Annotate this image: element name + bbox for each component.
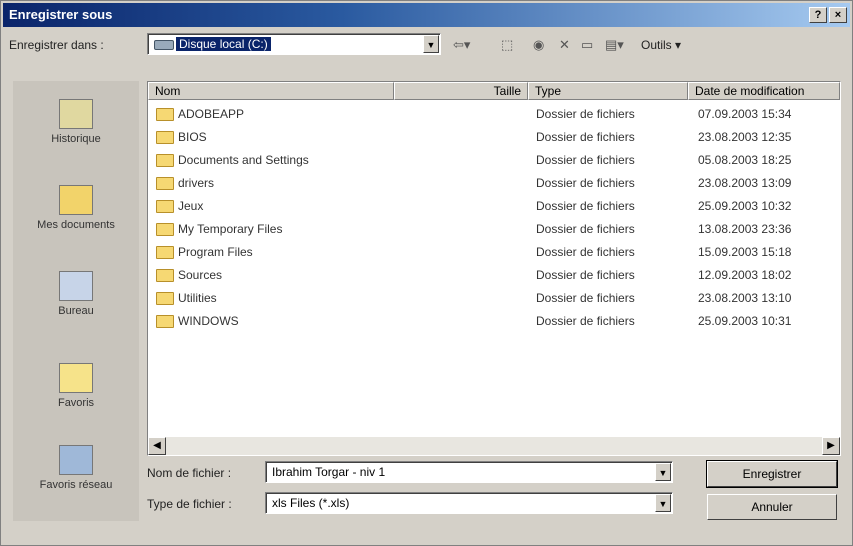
- place-favorites[interactable]: Favoris: [13, 363, 139, 409]
- chevron-down-icon[interactable]: ▼: [655, 494, 671, 512]
- place-network[interactable]: Favoris réseau: [13, 445, 139, 491]
- folder-icon: [156, 315, 174, 328]
- filetype-value: xls Files (*.xls): [272, 496, 350, 510]
- close-button[interactable]: ×: [829, 7, 847, 23]
- folder-icon: [156, 108, 174, 121]
- table-row[interactable]: Utilities Dossier de fichiers 23.08.2003 1…: [148, 288, 840, 311]
- my-documents-icon: [59, 185, 93, 215]
- place-label: Favoris: [57, 397, 95, 409]
- tools-menu[interactable]: Outils ▾: [641, 38, 681, 58]
- folder-icon: [156, 223, 174, 236]
- save-in-label: Enregistrer dans :: [9, 38, 104, 52]
- scroll-left-icon[interactable]: ◀: [148, 437, 166, 455]
- cancel-button[interactable]: Annuler: [707, 494, 837, 520]
- chevron-down-icon[interactable]: ▼: [423, 35, 439, 53]
- filename-input[interactable]: Ibrahim Torgar - niv 1 ▼: [265, 461, 673, 483]
- new-folder-icon[interactable]: ▭: [581, 37, 593, 57]
- column-header-type[interactable]: Type: [528, 82, 688, 100]
- delete-icon[interactable]: ✕: [559, 37, 570, 57]
- favorites-icon: [59, 363, 93, 393]
- table-row[interactable]: drivers Dossier de fichiers 23.08.2003 13:…: [148, 173, 840, 196]
- table-row[interactable]: Sources Dossier de fichiers 12.09.2003 18:…: [148, 265, 840, 288]
- title-bar: Enregistrer sous ? ×: [3, 3, 850, 27]
- help-button[interactable]: ?: [809, 7, 827, 23]
- table-row[interactable]: ADOBEAPP Dossier de fichiers 07.09.2003 15…: [148, 104, 840, 127]
- folder-icon: [156, 246, 174, 259]
- table-row[interactable]: BIOS Dossier de fichiers 23.08.2003 12:35: [148, 127, 840, 150]
- folder-icon: [156, 200, 174, 213]
- save-button[interactable]: Enregistrer: [706, 460, 838, 488]
- save-as-dialog: Enregistrer sous ? × Enregistrer dans : …: [0, 0, 853, 546]
- save-in-value: Disque local (C:): [176, 37, 271, 51]
- horizontal-scrollbar[interactable]: ◀ ▶: [148, 437, 840, 455]
- column-header-date[interactable]: Date de modification: [688, 82, 840, 100]
- table-row[interactable]: Documents and Settings Dossier de fichier…: [148, 150, 840, 173]
- drive-icon: [154, 40, 174, 50]
- scroll-right-icon[interactable]: ▶: [822, 437, 840, 455]
- place-label: Historique: [51, 133, 101, 145]
- column-header-size[interactable]: Taille: [394, 82, 528, 100]
- place-my-documents[interactable]: Mes documents: [13, 185, 139, 231]
- filename-label: Nom de fichier :: [147, 466, 232, 480]
- table-row[interactable]: My Temporary Files Dossier de fichiers 13.…: [148, 219, 840, 242]
- folder-icon: [156, 177, 174, 190]
- up-folder-icon[interactable]: ⬚: [501, 37, 513, 57]
- table-row[interactable]: Program Files Dossier de fichiers 15.09.20…: [148, 242, 840, 265]
- back-icon[interactable]: ⇦▾: [453, 37, 470, 57]
- file-list[interactable]: Nom Taille Type Date de modification ADO…: [147, 81, 841, 456]
- place-label: Bureau: [58, 305, 94, 317]
- folder-icon: [156, 131, 174, 144]
- table-row[interactable]: WINDOWS Dossier de fichiers 25.09.2003 10:…: [148, 311, 840, 334]
- save-in-dropdown[interactable]: Disque local (C:) ▼: [147, 33, 441, 55]
- place-desktop[interactable]: Bureau: [13, 271, 139, 317]
- history-icon: [59, 99, 93, 129]
- place-label: Favoris réseau: [39, 479, 113, 491]
- place-label: Mes documents: [37, 219, 115, 231]
- folder-icon: [156, 292, 174, 305]
- table-row[interactable]: Jeux Dossier de fichiers 25.09.2003 10:32: [148, 196, 840, 219]
- network-places-icon: [59, 445, 93, 475]
- filename-value: Ibrahim Torgar - niv 1: [272, 465, 386, 479]
- filetype-dropdown[interactable]: xls Files (*.xls) ▼: [265, 492, 673, 514]
- dialog-title: Enregistrer sous: [9, 7, 113, 22]
- folder-icon: [156, 154, 174, 167]
- search-web-icon[interactable]: ◉: [533, 37, 544, 57]
- places-bar: Historique Mes documents Bureau Favoris …: [13, 81, 139, 521]
- folder-icon: [156, 269, 174, 282]
- chevron-down-icon[interactable]: ▼: [655, 463, 671, 481]
- filetype-label: Type de fichier :: [147, 497, 232, 511]
- desktop-icon: [59, 271, 93, 301]
- place-history[interactable]: Historique: [13, 99, 139, 145]
- column-header-name[interactable]: Nom: [148, 82, 394, 100]
- views-icon[interactable]: ▤▾: [605, 37, 624, 57]
